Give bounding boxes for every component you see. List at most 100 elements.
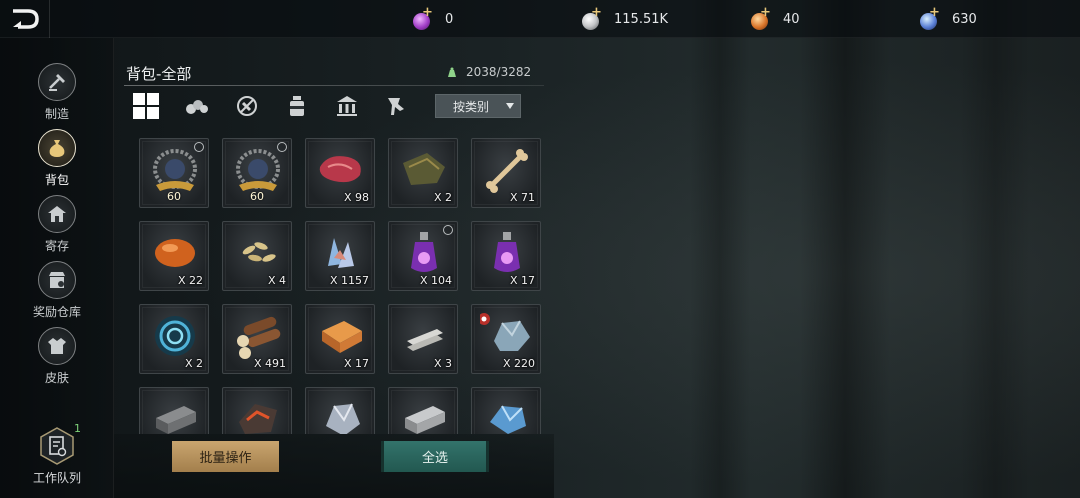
- top-bar: + 0 + 115.51K + 40 + 630: [0, 0, 1080, 38]
- armor-icon: [38, 327, 76, 365]
- tab-buildings[interactable]: [331, 91, 363, 121]
- back-arrow-icon: [12, 9, 39, 29]
- background-pillar: [800, 0, 890, 498]
- weight-icon: [448, 67, 456, 77]
- hammer-icon: [38, 63, 76, 101]
- inventory-slot[interactable]: X 1157: [305, 221, 375, 291]
- inventory-slot[interactable]: [388, 387, 458, 434]
- inventory-slot[interactable]: [139, 387, 209, 434]
- wreath-emblem-icon: [153, 149, 197, 191]
- inventory-slot[interactable]: [222, 387, 292, 434]
- tab-materials[interactable]: [181, 91, 213, 121]
- storehouse-icon: [38, 195, 76, 233]
- hide-scrap-icon: [403, 153, 445, 185]
- inventory-slot[interactable]: 60: [139, 138, 209, 208]
- materials-icon: [186, 100, 208, 114]
- currency-silver[interactable]: + 115.51K: [580, 5, 669, 31]
- magma-ore-icon: [239, 404, 277, 434]
- select-all-label: 全选: [421, 451, 448, 466]
- inventory-slot[interactable]: [305, 387, 375, 434]
- all-grid-icon: [133, 93, 159, 119]
- currency-value: 0: [445, 11, 454, 27]
- capacity-indicator: 2038/3282: [446, 65, 531, 79]
- inventory-grid: 60 60 X 98 X 2 X 71 X 22 X 4 X 1157 X 10…: [126, 128, 546, 434]
- inventory-slot[interactable]: X 17: [471, 221, 541, 291]
- inventory-slot[interactable]: X 2: [139, 304, 209, 374]
- batch-operation-label: 批量操作: [199, 451, 252, 466]
- item-quantity: X 22: [177, 274, 203, 287]
- sidebar-item-reward-warehouse[interactable]: 奖励仓库: [0, 261, 114, 320]
- blue-ore-icon: [490, 405, 526, 434]
- item-quantity: X 1157: [329, 274, 369, 287]
- inventory-slot[interactable]: [471, 387, 541, 434]
- seeds-icon: [242, 242, 276, 262]
- sidebar-item-label: 背包: [44, 173, 69, 187]
- item-level: 60: [250, 190, 264, 203]
- inventory-slot[interactable]: X 491: [222, 304, 292, 374]
- sidebar-item-bag[interactable]: 背包: [0, 129, 114, 188]
- background-pillar: [960, 0, 1030, 498]
- clipboard-icon: [38, 426, 76, 466]
- select-all-button[interactable]: 全选: [381, 441, 489, 472]
- item-quantity: X 4: [267, 274, 286, 287]
- logs-icon: [237, 316, 281, 359]
- currency-purple-gem[interactable]: + 0: [411, 5, 454, 31]
- batch-operation-button[interactable]: 批量操作: [172, 441, 279, 472]
- bone-icon: [486, 149, 528, 193]
- inventory-slot[interactable]: X 2: [388, 138, 458, 208]
- crystal-shards-icon: [328, 238, 354, 268]
- currency-value: 40: [783, 11, 800, 27]
- sidebar-item-craft[interactable]: 制造: [0, 63, 114, 122]
- sort-dropdown[interactable]: 按类别: [435, 94, 521, 118]
- inventory-slot[interactable]: X 220: [471, 304, 541, 374]
- sidebar-item-label: 寄存: [44, 239, 69, 253]
- trophy-icon: [388, 98, 404, 115]
- bound-icon: [194, 142, 204, 152]
- item-quantity: X 17: [343, 357, 369, 370]
- tab-trophies[interactable]: [381, 91, 413, 121]
- sidebar-item-skins[interactable]: 皮肤: [0, 327, 114, 386]
- inventory-slot[interactable]: X 3: [388, 304, 458, 374]
- silver-ore-icon: [326, 403, 360, 434]
- bound-icon: [277, 142, 287, 152]
- steel-ingot-icon: [405, 406, 445, 434]
- currency-value: 115.51K: [614, 11, 669, 27]
- sidebar-item-storage[interactable]: 寄存: [0, 195, 114, 254]
- blue-vortex-icon: [155, 316, 195, 356]
- inventory-slot[interactable]: 60: [222, 138, 292, 208]
- capacity-value: 2038/3282: [466, 65, 532, 79]
- potion-icon: [290, 96, 304, 116]
- currency-orange[interactable]: + 40: [749, 5, 800, 31]
- currency-blue-crystal[interactable]: + 630: [918, 5, 977, 31]
- iron-ingot-icon: [156, 406, 196, 434]
- work-queue-button[interactable]: 1 工作队列: [0, 422, 114, 486]
- filter-bar: 按类别: [126, 88, 546, 124]
- item-quantity: X 220: [502, 357, 535, 370]
- inventory-slot[interactable]: X 4: [222, 221, 292, 291]
- inventory-slot[interactable]: X 98: [305, 138, 375, 208]
- inventory-slot[interactable]: X 71: [471, 138, 541, 208]
- dropdown-arrow-icon: [506, 103, 514, 109]
- inventory-slot[interactable]: X 17: [305, 304, 375, 374]
- inventory-slot[interactable]: X 104: [388, 221, 458, 291]
- raw-meat-icon: [319, 156, 361, 183]
- bag-icon: [38, 129, 76, 167]
- item-level: 60: [167, 190, 181, 203]
- back-button[interactable]: [0, 0, 50, 38]
- tab-equipment[interactable]: [231, 91, 263, 121]
- item-quantity: X 2: [433, 191, 452, 204]
- tab-consumables[interactable]: [281, 91, 313, 121]
- no-weapon-icon: [237, 96, 257, 116]
- purple-potion-icon: [411, 232, 437, 272]
- inventory-slot[interactable]: X 22: [139, 221, 209, 291]
- item-quantity: X 491: [253, 357, 286, 370]
- reward-shop-icon: [38, 261, 76, 299]
- bound-icon: [443, 225, 453, 235]
- page-title: 背包-全部: [126, 65, 192, 83]
- tab-all[interactable]: [130, 91, 162, 121]
- item-quantity: X 3: [433, 357, 452, 370]
- item-quantity: X 98: [343, 191, 369, 204]
- planks-icon: [322, 321, 362, 353]
- divider: [124, 85, 544, 86]
- work-queue-label: 工作队列: [32, 471, 81, 485]
